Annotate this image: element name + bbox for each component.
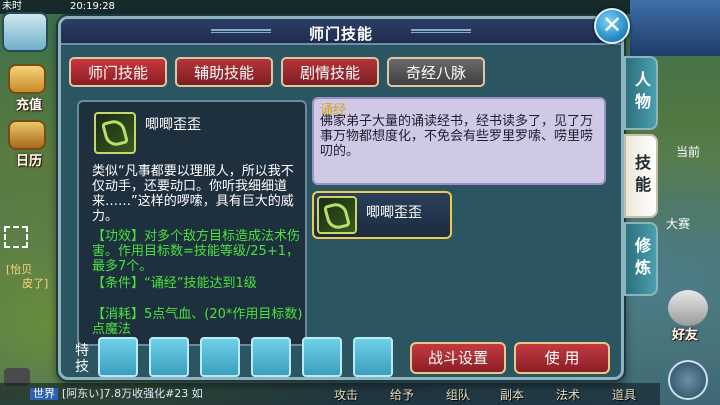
tooltip-cost: 【消耗】5点气血、(20*作用目标数)点魔法 (92, 307, 303, 337)
refresh-icon[interactable] (668, 360, 708, 400)
right-snippet-2: 大赛 (666, 217, 691, 231)
use-button[interactable]: 使 用 (514, 342, 610, 374)
menu-spell[interactable]: 法术 (556, 386, 580, 403)
tab-meridians[interactable]: 奇经八脉 (387, 57, 485, 87)
battle-settings-button[interactable]: 战斗设置 (410, 342, 506, 374)
menu-give[interactable]: 给予 (390, 386, 414, 403)
menu-dungeon[interactable]: 副本 (500, 386, 524, 403)
description-text: 佛家弟子大量的诵读经书，经书读多了，见了万事万物都想度化，不免会有些罗里罗嗦、唠… (320, 114, 594, 159)
skill-card-icon (317, 196, 357, 234)
recharge-icon[interactable] (8, 64, 46, 94)
tooltip-skill-name: 唧唧歪歪 (145, 117, 201, 133)
friends-label[interactable]: 好友 (672, 324, 698, 343)
title-ornament-right (411, 29, 471, 33)
friends-icon[interactable] (668, 290, 708, 326)
side-tab-skills[interactable]: 技能 (624, 134, 658, 218)
tab-story-skills[interactable]: 剧情技能 (281, 57, 379, 87)
special-skill-label: 特技 (75, 343, 89, 375)
chat-message: [阿东い]7.8万收强化#23 如 (62, 387, 203, 400)
dialog-titlebar: 师门技能 (61, 19, 621, 45)
side-tab-cultivation[interactable]: 修炼 (624, 222, 658, 296)
tooltip-description: 类似“凡事都要以理服人，所以我不仅动手，还要动口。你听我细细道来……”这样的啰嗦… (92, 164, 294, 224)
side-tab-character[interactable]: 人物 (624, 56, 658, 130)
dialog-title: 师门技能 (308, 25, 373, 43)
chat-snippet-2: 皮了] (22, 277, 49, 290)
player-portrait[interactable] (630, 0, 720, 56)
chat-snippet-1: [怡贝 (6, 263, 33, 276)
tab-school-skills[interactable]: 师门技能 (69, 57, 167, 87)
skill-card-name: 唧唧歪歪 (366, 205, 422, 221)
right-snippet-1: 当前 (676, 145, 701, 159)
menu-team[interactable]: 组队 (446, 386, 470, 403)
chat-channel[interactable]: 世界 (30, 388, 58, 400)
calendar-label[interactable]: 日历 (16, 150, 42, 169)
tooltip-effect: 【功效】对多个敌方目标造成法术伤害。作用目标数=技能等级/25+1，最多7个。 (92, 229, 301, 274)
calendar-icon[interactable] (8, 120, 46, 150)
map-icon[interactable] (2, 12, 48, 52)
menu-attack[interactable]: 攻击 (334, 386, 358, 403)
special-slot-6[interactable] (353, 337, 393, 377)
recharge-label[interactable]: 充值 (16, 94, 42, 113)
close-button[interactable]: ✕ (594, 8, 630, 44)
close-icon: ✕ (601, 11, 623, 39)
special-slot-4[interactable] (251, 337, 291, 377)
special-slot-1[interactable] (98, 337, 138, 377)
status-clock: 20:19:28 (70, 1, 115, 12)
menu-item[interactable]: 道具 (612, 386, 636, 403)
special-slot-5[interactable] (302, 337, 342, 377)
skill-emblem-icon (101, 117, 129, 149)
skill-icon (94, 112, 136, 154)
fullscreen-icon[interactable] (4, 226, 28, 248)
skill-card-emblem-icon (323, 200, 351, 232)
tab-support-skills[interactable]: 辅助技能 (175, 57, 273, 87)
special-slot-3[interactable] (200, 337, 240, 377)
special-slot-2[interactable] (149, 337, 189, 377)
tooltip-condition: 【条件】“诵经”技能达到1级 (92, 276, 257, 291)
